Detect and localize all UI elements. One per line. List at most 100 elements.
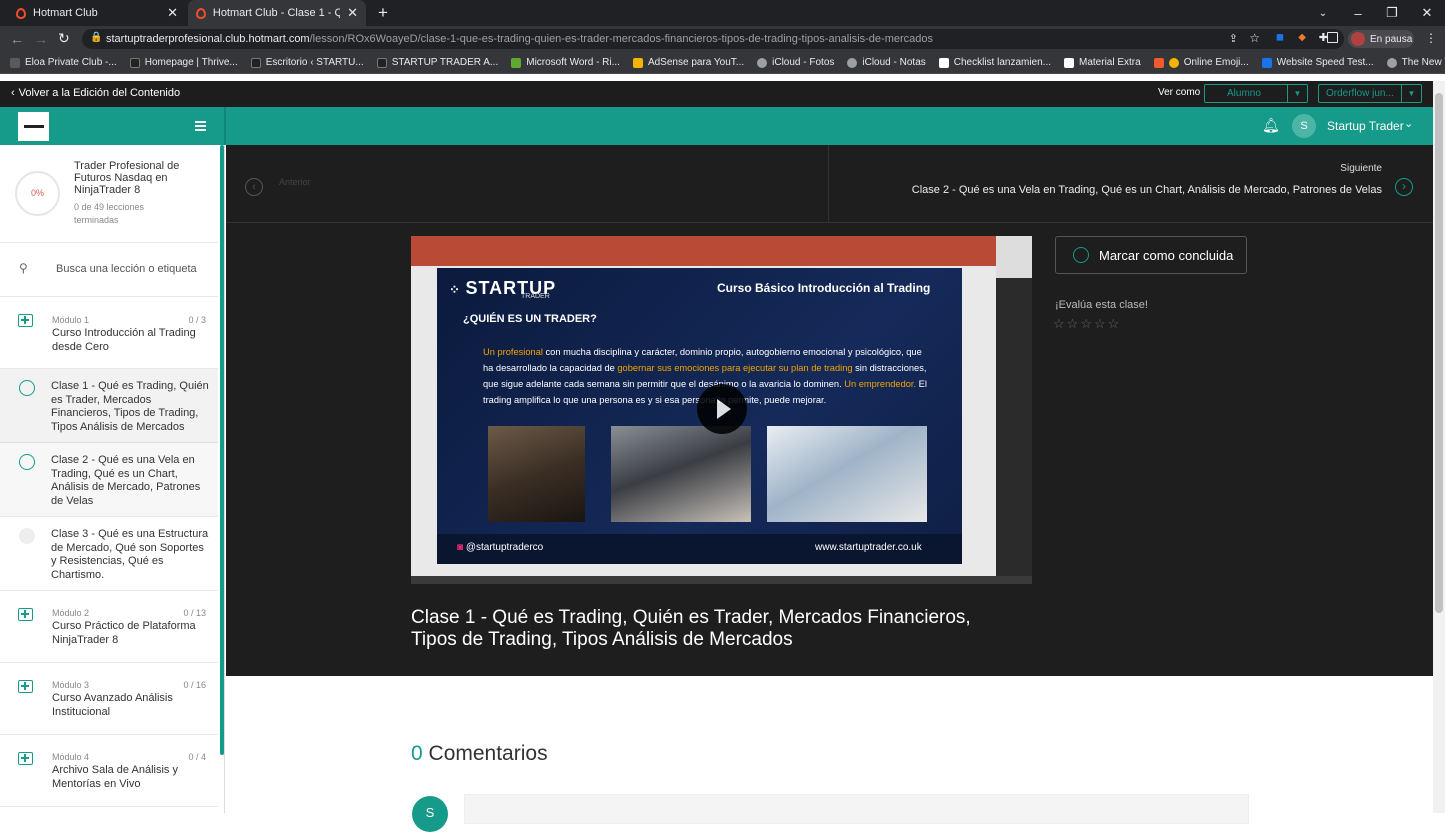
rating-stars[interactable]: ☆ ☆ ☆ ☆ ☆ [1053,315,1121,333]
lesson-status-icon[interactable] [19,454,35,470]
lesson-item-active[interactable]: Clase 1 - Qué es Trading, Quién es Trade… [0,369,218,443]
tab-search-icon[interactable]: ⌄ [1306,0,1340,26]
star-icon[interactable]: ☆ [1108,316,1120,331]
next-label: Siguiente [1340,163,1382,174]
bookmark[interactable]: Online Emoji... [1153,57,1249,68]
module-item[interactable]: Módulo 3 0 / 16 Curso Avanzado Análisis … [0,663,218,735]
avatar [1351,32,1365,46]
bookmark-icon [1261,57,1272,68]
module-title: Curso Introducción al Trading desde Cero [52,327,196,353]
mark-complete-button[interactable]: Marcar como concluida [1055,236,1247,274]
back-to-edit-label: Volver a la Edición del Contenido [18,87,181,99]
slide-photo [611,426,751,522]
page-scrollbar[interactable] [1433,81,1445,813]
bookmark[interactable]: Homepage | Thrive... [129,57,238,68]
lesson-search[interactable]: ⚲ Busca una lección o etiqueta [0,243,218,297]
bookmark-label: Material Extra [1079,57,1141,68]
restore-icon[interactable]: ❐ [1375,0,1409,26]
module-title: Curso Práctico de Plataforma NinjaTrader… [52,620,196,646]
hamburger-icon[interactable] [195,121,206,131]
slide-course: Curso Básico Introducción al Trading [717,281,931,295]
lesson-status-icon[interactable] [19,528,35,544]
instagram: ◙ @startuptraderco [457,542,543,553]
avatar[interactable]: S [1292,114,1316,138]
back-to-edit-link[interactable]: ‹ Volver a la Edición del Contenido [11,87,180,99]
bell-icon[interactable]: 🔔︎ [1262,117,1280,134]
sidebar-scrollbar[interactable] [220,145,224,755]
profile-button[interactable]: En pausa [1348,30,1414,48]
comments-count: 0 [411,742,423,765]
chevron-down-icon: ▼ [1287,85,1307,102]
bookmark-icon [376,57,387,68]
share-icon[interactable]: ⇪ [1229,32,1238,45]
bookmark[interactable]: The New Way To Se... [1386,57,1445,68]
address-bar[interactable]: 🔒 startuptraderprofesional.club.hotmart.… [82,29,1344,49]
module-item[interactable]: Módulo 2 0 / 13 Curso Práctico de Plataf… [0,591,218,663]
module-count: 0 / 16 [183,680,206,690]
module-add-icon [18,608,33,621]
extension-icon[interactable]: ◼ [1276,32,1284,43]
play-button[interactable] [697,384,747,434]
bookmark-star-icon[interactable]: ☆ [1249,31,1260,45]
close-window-icon[interactable]: ✕ [1410,0,1444,26]
bookmark[interactable]: iCloud - Notas [847,57,926,68]
bookmark-label: iCloud - Notas [862,57,926,68]
browser-tab-active[interactable]: Hotmart Club - Clase 1 - Qué es ✕ [188,0,366,26]
scrollbar-thumb[interactable] [1435,93,1443,613]
video-titlebar [411,236,996,266]
wordpress-icon [1386,57,1397,68]
comment-input[interactable] [464,794,1249,824]
tab-title: Hotmart Club [33,7,98,19]
bookmark[interactable]: iCloud - Fotos [757,57,834,68]
star-icon[interactable]: ☆ [1080,316,1092,331]
next-lesson[interactable]: Siguiente Clase 2 - Qué es una Vela en T… [830,145,1433,223]
module-item[interactable]: Módulo 1 0 / 3 Curso Introducción al Tra… [0,297,218,369]
view-as-select[interactable]: Alumno ▼ [1204,84,1308,103]
bookmark[interactable]: Microsoft Word - Ri... [511,57,620,68]
bookmark[interactable]: STARTUP TRADER A... [376,57,498,68]
prev-lesson[interactable]: ‹ Anterior [226,145,829,223]
module-count: 0 / 4 [188,752,206,762]
lesson-item[interactable]: Clase 2 - Qué es una Vela en Trading, Qu… [0,443,218,517]
back-icon[interactable]: ← [10,31,24,47]
new-tab-icon[interactable]: + [366,0,400,26]
search-icon: ⚲ [19,261,28,275]
lesson-status-icon[interactable] [19,380,35,396]
module-title: Archivo Sala de Análisis y Mentorías en … [52,764,178,790]
bookmark[interactable]: AdSense para YouT... [632,57,744,68]
bookmark[interactable]: Checklist lanzamien... [938,57,1051,68]
module-label: Módulo 3 [52,680,90,690]
module-item[interactable]: Módulo 4 0 / 4 Archivo Sala de Análisis … [0,735,218,807]
lesson-item[interactable]: Clase 3 - Qué es una Estructura de Merca… [0,517,218,591]
bookmark[interactable]: Escritorio ‹ STARTU... [250,57,364,68]
module-add-icon [18,752,33,765]
metamask-icon[interactable]: ◆ [1298,32,1306,43]
lesson-title: Clase 3 - Qué es una Estructura de Merca… [51,528,209,581]
chevron-right-icon: › [1395,178,1413,196]
star-icon[interactable]: ☆ [1053,316,1065,331]
forward-icon[interactable]: → [34,31,48,47]
bookmark-label: Website Speed Test... [1276,57,1374,68]
orderflow-select[interactable]: Orderflow jun... ▼ [1318,84,1422,103]
browser-tab[interactable]: Hotmart Club ✕ [8,0,186,26]
user-name[interactable]: Startup Trader [1327,119,1404,133]
reload-icon[interactable]: ↻ [58,30,70,47]
bookmark[interactable]: Website Speed Test... [1261,57,1374,68]
bookmark[interactable]: Eloa Private Club -... [10,57,117,68]
hotmart-icon [196,7,206,19]
close-icon[interactable]: ✕ [167,5,178,21]
chevron-down-icon[interactable]: ⌄ [1404,117,1413,130]
lessons-done: 0 de 49 lecciones terminadas [74,202,145,225]
bookmark-icon [250,57,261,68]
bookmark-label: Online Emoji... [1183,57,1249,68]
chevron-left-icon: ‹ [245,178,263,196]
close-icon[interactable]: ✕ [347,5,358,21]
menu-dots-icon[interactable]: ⋮ [1425,31,1437,45]
star-icon[interactable]: ☆ [1094,316,1106,331]
sidepanel-icon[interactable] [1327,32,1338,43]
module-add-icon [18,314,33,327]
logo[interactable] [18,112,49,141]
minimize-icon[interactable]: – [1341,0,1375,26]
bookmark[interactable]: Material Extra [1064,57,1141,68]
star-icon[interactable]: ☆ [1067,316,1079,331]
